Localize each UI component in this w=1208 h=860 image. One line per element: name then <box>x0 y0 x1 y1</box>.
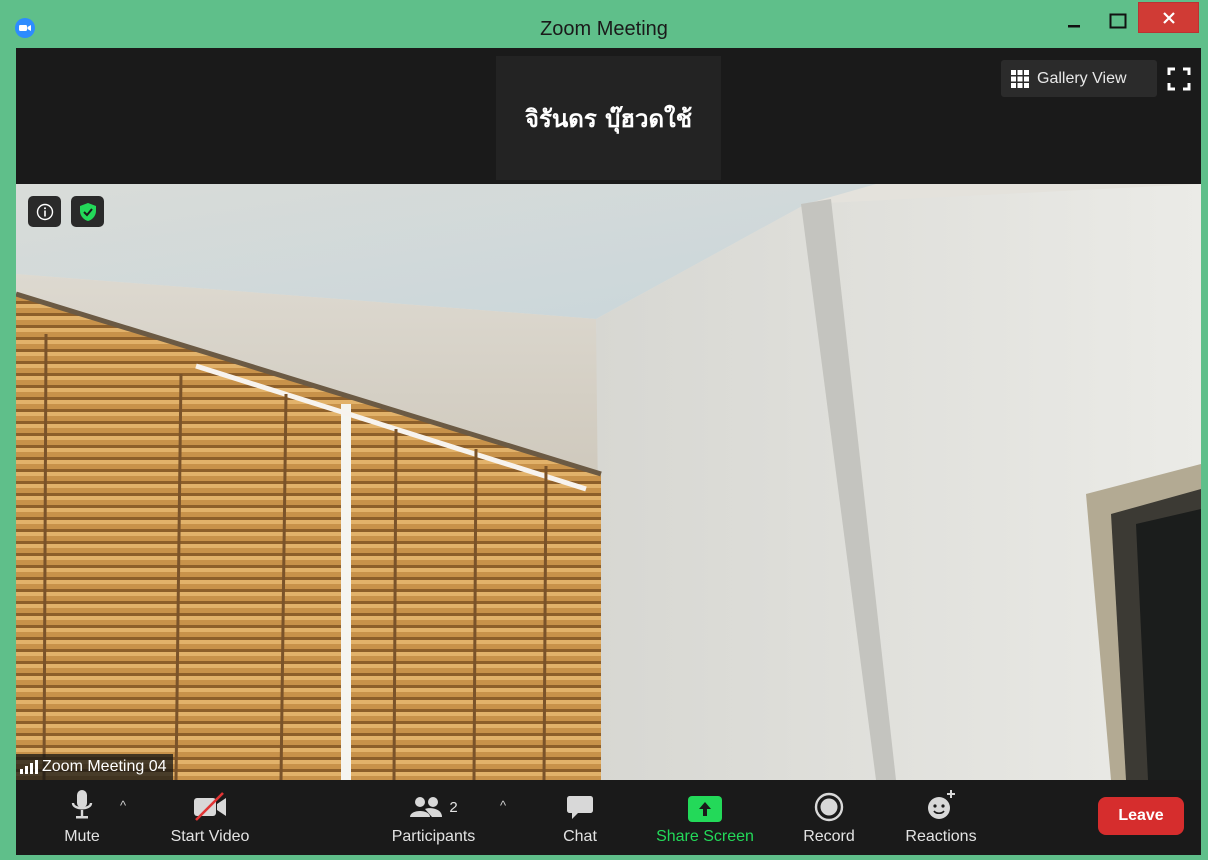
zoom-window: Zoom Meeting จิรันดร บุ๊ฮวดใช้ Gallery V… <box>0 0 1208 860</box>
participants-label: Participants <box>391 828 476 845</box>
title-bar: Zoom Meeting <box>0 0 1208 48</box>
share-screen-label: Share Screen <box>656 828 754 845</box>
leave-button[interactable]: Leave <box>1098 797 1184 835</box>
share-screen-icon <box>688 796 722 822</box>
chat-label: Chat <box>563 828 597 845</box>
gallery-view-label: Gallery View <box>1037 69 1127 87</box>
meeting-info-icon[interactable] <box>28 196 61 227</box>
participant-name: Zoom Meeting 04 <box>42 758 167 775</box>
chat-icon <box>567 796 593 819</box>
audio-options-chevron-icon[interactable]: ^ <box>120 798 126 813</box>
share-screen-button[interactable]: Share Screen <box>650 780 760 855</box>
reactions-icon <box>928 790 955 819</box>
active-speaker-strip: จิรันดร บุ๊ฮวดใช้ Gallery View <box>16 48 1201 184</box>
room-video-frame <box>16 184 1201 780</box>
record-label: Record <box>803 828 855 845</box>
participants-count: 2 <box>449 798 458 816</box>
participant-name-tag: Zoom Meeting 04 <box>16 754 173 780</box>
microphone-icon <box>71 790 93 819</box>
reactions-label: Reactions <box>905 828 977 845</box>
speaker-name: จิรันดร บุ๊ฮวดใช้ <box>524 103 693 133</box>
maximize-button[interactable] <box>1096 4 1140 38</box>
minimize-button[interactable] <box>1052 4 1096 38</box>
grid-icon <box>1011 69 1029 88</box>
participants-button[interactable]: 2 Participants <box>386 780 481 855</box>
participants-icon <box>410 797 443 817</box>
window-title: Zoom Meeting <box>540 18 668 40</box>
meeting-toolbar: Mute ^ Start Video 2 Participants ^ Chat… <box>16 780 1201 855</box>
signal-strength-icon <box>20 760 38 774</box>
main-video: Zoom Meeting 04 <box>16 184 1201 780</box>
video-off-icon <box>194 792 226 821</box>
reactions-button[interactable]: Reactions <box>900 780 982 855</box>
close-button[interactable] <box>1138 2 1199 33</box>
fullscreen-icon[interactable] <box>1166 66 1192 92</box>
mute-label: Mute <box>64 828 100 845</box>
start-video-label: Start Video <box>170 828 250 845</box>
speaker-thumbnail[interactable]: จิรันดร บุ๊ฮวดใช้ <box>496 56 721 180</box>
start-video-button[interactable]: Start Video <box>164 780 256 855</box>
gallery-view-button[interactable]: Gallery View <box>1001 60 1157 97</box>
record-button[interactable]: Record <box>797 780 861 855</box>
encryption-shield-icon[interactable] <box>71 196 104 227</box>
mute-button[interactable]: Mute <box>56 780 108 855</box>
chat-button[interactable]: Chat <box>559 780 601 855</box>
record-icon <box>814 792 844 822</box>
participants-options-chevron-icon[interactable]: ^ <box>500 798 506 813</box>
